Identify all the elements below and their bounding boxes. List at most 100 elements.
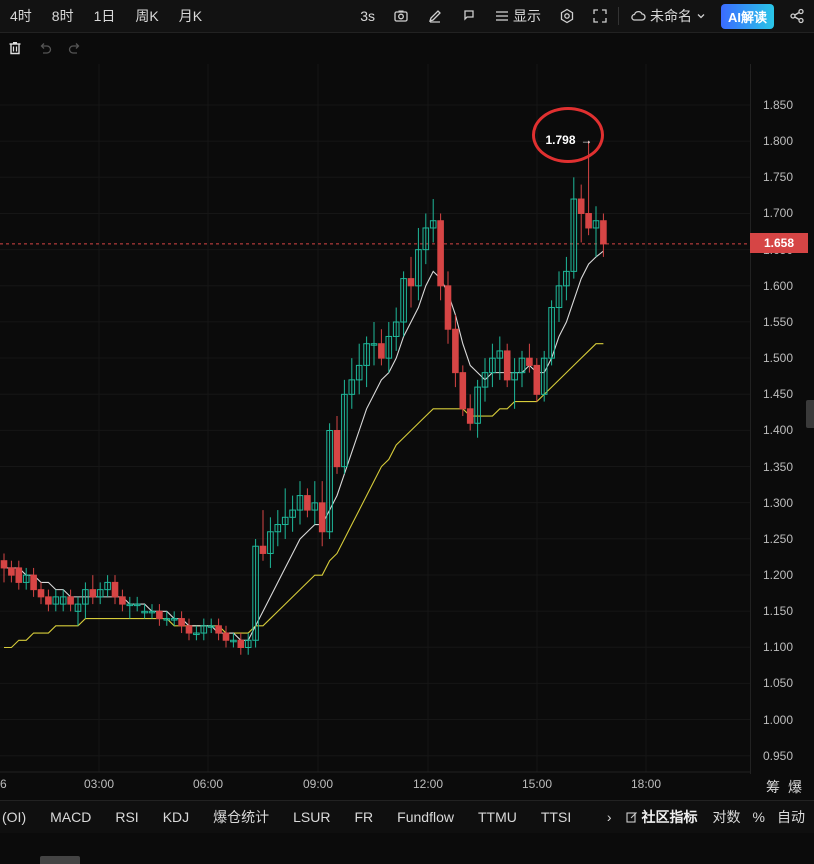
candle-body: [111, 581, 119, 598]
x-tick-label: 12:00: [412, 777, 444, 791]
share-icon[interactable]: [780, 8, 814, 24]
arrow-right-icon: →: [580, 133, 593, 147]
y-tick-label: 1.200: [763, 567, 794, 582]
y-tick-label: 1.750: [763, 170, 794, 185]
more-indicators-arrow[interactable]: ›: [601, 809, 618, 825]
candle-body: [437, 220, 444, 287]
timeframe-1m[interactable]: 月K: [169, 6, 212, 26]
chevron-down-icon: [697, 14, 705, 19]
candle-body: [15, 567, 23, 583]
bottom-scroll-handle[interactable]: [40, 856, 80, 864]
x-tick-label: 03:00: [83, 777, 115, 791]
indicator-fundflow[interactable]: Fundflow: [385, 809, 466, 825]
indicator-macd[interactable]: MACD: [38, 809, 103, 825]
candle-body: [459, 372, 467, 410]
list-icon: [495, 11, 508, 21]
candle-body: [30, 574, 37, 591]
candle-body: [178, 618, 185, 627]
y-tick-label: 1.550: [763, 314, 794, 329]
display-label: 显示: [512, 8, 541, 24]
indicator-lsur[interactable]: LSUR: [281, 809, 342, 825]
candle-body: [600, 220, 607, 245]
pencil-icon[interactable]: [418, 8, 452, 24]
display-menu[interactable]: 显示: [486, 6, 550, 26]
candle-body: [156, 610, 163, 620]
y-tick-label: 1.850: [763, 98, 794, 112]
indicator-liquidation[interactable]: 爆仓统计: [201, 807, 281, 827]
indicator-kdj[interactable]: KDJ: [151, 809, 201, 825]
x-tick-label: 18:00: [630, 777, 662, 791]
x-tick-label: 6: [0, 777, 7, 791]
replay-icon[interactable]: [452, 8, 486, 24]
candle-body: [67, 596, 74, 605]
candle-body: [0, 560, 8, 569]
fullscreen-icon[interactable]: [584, 9, 616, 23]
edit-icon: [625, 812, 637, 823]
candle-body: [333, 430, 341, 468]
timeframe-1w[interactable]: 周K: [125, 6, 168, 26]
indicator-rsi[interactable]: RSI: [103, 809, 150, 825]
settings-icon[interactable]: [550, 8, 584, 24]
timeframe-8h[interactable]: 8时: [42, 6, 84, 26]
auto-scale-toggle[interactable]: 自动: [770, 807, 814, 827]
timeframe-1d[interactable]: 1日: [84, 6, 126, 26]
candle-body: [222, 632, 230, 641]
y-tick-label: 1.050: [763, 676, 794, 691]
x-tick-label: 15:00: [521, 777, 553, 791]
indicator-fr[interactable]: FR: [343, 809, 386, 825]
drawing-toolbar: [0, 33, 814, 63]
y-tick-label: 1.350: [763, 459, 794, 474]
side-panel-handle[interactable]: [806, 400, 814, 428]
candle-body: [585, 213, 592, 229]
candle-body: [8, 567, 15, 576]
community-indicators-button[interactable]: 社区指标: [618, 807, 706, 827]
candle-body: [259, 545, 267, 554]
ma-fast-line: [4, 250, 604, 641]
candle-body: [318, 502, 326, 533]
indicator-bar-right: › 社区指标 对数 % 自动: [601, 801, 814, 833]
y-tick-label: 0.950: [763, 748, 794, 763]
community-indicators-label: 社区指标: [641, 809, 698, 825]
camera-icon[interactable]: [384, 8, 418, 24]
candle-body: [37, 589, 45, 598]
y-tick-label: 1.800: [763, 134, 794, 149]
indicator-ttmu[interactable]: TTMU: [466, 809, 529, 825]
peak-price-label: 1.798 →: [532, 110, 606, 170]
current-price-label: 1.658: [750, 233, 808, 253]
y-tick-label: 1.150: [763, 604, 794, 619]
redo-icon[interactable]: [60, 33, 90, 63]
candle-body: [378, 343, 385, 359]
candle-body: [444, 285, 452, 330]
indicator-bar: (OI) MACD RSI KDJ 爆仓统计 LSUR FR Fundflow …: [0, 800, 814, 833]
undo-icon[interactable]: [30, 33, 60, 63]
candle-body: [526, 357, 533, 366]
log-scale-toggle[interactable]: 对数: [706, 807, 748, 827]
corner-label[interactable]: 筹爆: [766, 777, 810, 797]
cloud-icon: [631, 10, 646, 21]
candle-body: [89, 589, 97, 598]
candle-body: [533, 364, 541, 395]
percent-scale-toggle[interactable]: %: [748, 809, 770, 825]
y-tick-label: 1.700: [763, 206, 794, 221]
y-tick-label: 1.300: [763, 495, 794, 510]
candle-body: [304, 495, 311, 511]
indicator-ttsi[interactable]: TTSI: [529, 809, 583, 825]
divider: [617, 7, 619, 25]
y-tick-label: 1.400: [763, 423, 794, 438]
candlestick-chart[interactable]: [0, 64, 814, 774]
top-right-tools: 3s 显示 未命名 AI解读: [351, 0, 814, 32]
indicator-oi[interactable]: (OI): [0, 809, 38, 825]
trash-icon[interactable]: [0, 33, 30, 63]
ai-analysis-button[interactable]: AI解读: [720, 3, 774, 29]
interval-selector[interactable]: 3s: [351, 8, 384, 24]
timeframe-4h[interactable]: 4时: [0, 6, 42, 26]
x-tick-label: 09:00: [302, 777, 334, 791]
top-toolbar: 4时 8时 1日 周K 月K 3s 显示 未命名 AI解读: [0, 0, 814, 33]
y-tick-label: 1.450: [763, 387, 794, 402]
ma-slow-line: [4, 343, 604, 649]
workspace-label: 未命名: [649, 8, 692, 24]
workspace-selector[interactable]: 未命名: [621, 6, 715, 26]
y-tick-label: 1.100: [763, 640, 794, 655]
candle-body: [466, 408, 474, 424]
candle-body: [119, 596, 126, 605]
